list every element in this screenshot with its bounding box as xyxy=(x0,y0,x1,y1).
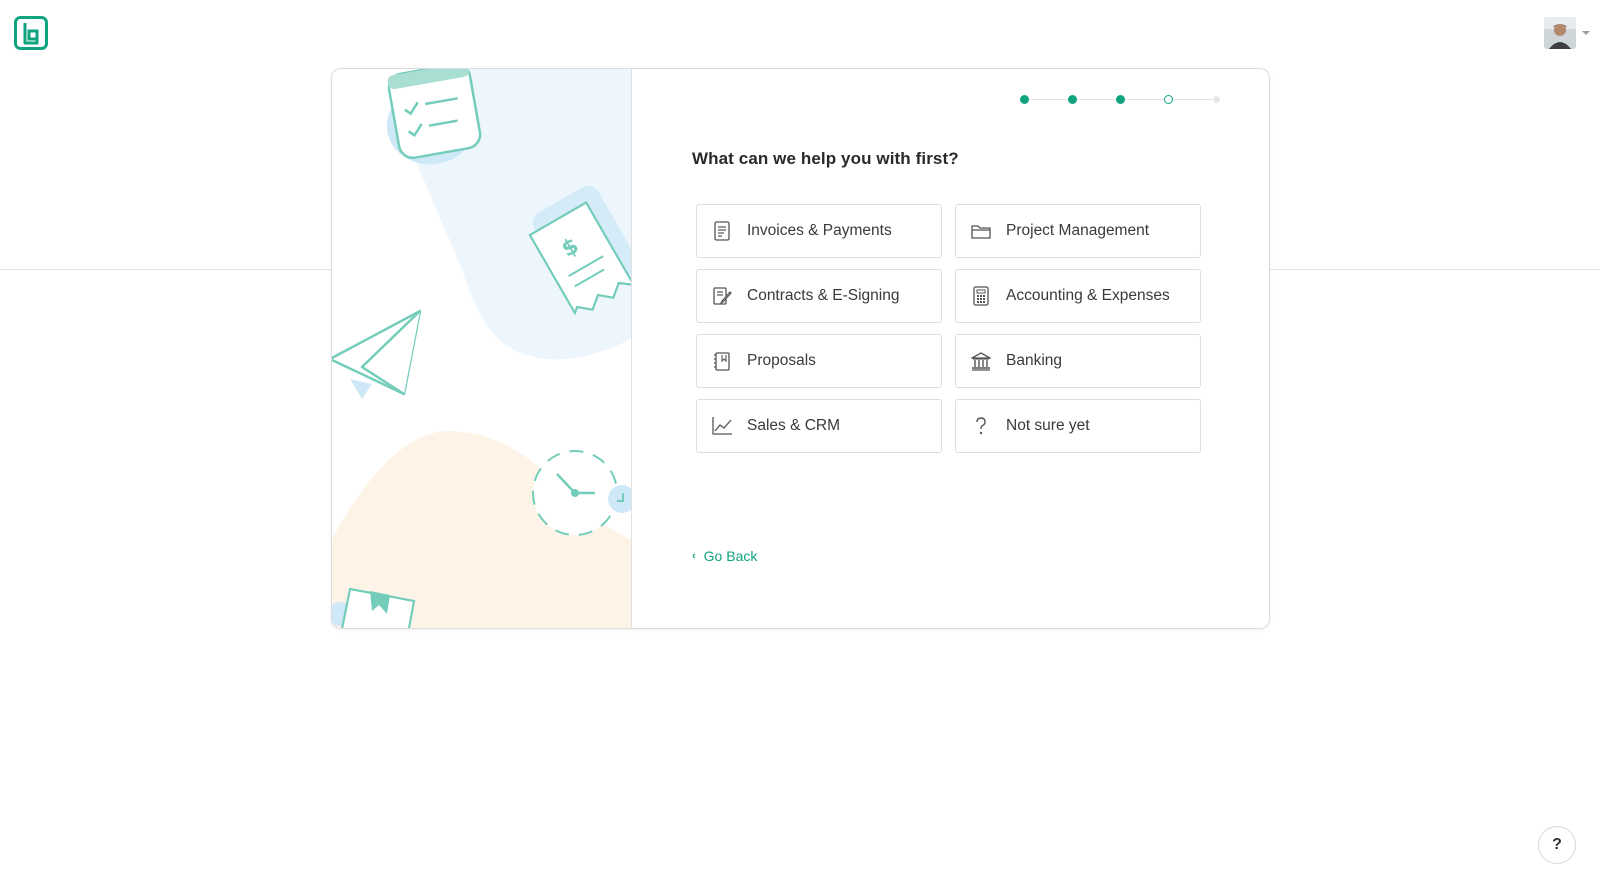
onboarding-card: $ What can we help you with first? Invoi… xyxy=(331,68,1270,629)
option-invoices-payments[interactable]: Invoices & Payments xyxy=(696,204,942,258)
progress-connector xyxy=(1029,99,1068,100)
paper-plane-illustration-icon xyxy=(332,309,422,399)
progress-stepper xyxy=(1020,95,1220,105)
chart-line-icon xyxy=(711,415,733,437)
option-proposals[interactable]: Proposals xyxy=(696,334,942,388)
option-label: Accounting & Expenses xyxy=(1006,287,1170,304)
go-back-button[interactable]: ‹ Go Back xyxy=(692,548,757,564)
option-sales-crm[interactable]: Sales & CRM xyxy=(696,399,942,453)
folder-icon xyxy=(970,220,992,242)
question-icon xyxy=(970,415,992,437)
progress-connector xyxy=(1173,99,1212,100)
contract-sign-icon xyxy=(711,285,733,307)
option-contracts-e-signing[interactable]: Contracts & E-Signing xyxy=(696,269,942,323)
option-not-sure-yet[interactable]: Not sure yet xyxy=(955,399,1201,453)
option-label: Contracts & E-Signing xyxy=(747,287,900,304)
invoice-icon xyxy=(711,220,733,242)
brand-logo-icon[interactable] xyxy=(14,16,48,50)
progress-connector xyxy=(1125,99,1164,100)
user-avatar[interactable] xyxy=(1544,17,1576,49)
onboarding-page: $ What can we help you with first? Invoi… xyxy=(0,0,1600,883)
illustration-panel: $ xyxy=(332,69,632,628)
option-accounting-expenses[interactable]: Accounting & Expenses xyxy=(955,269,1201,323)
onboarding-content: What can we help you with first? Invoice… xyxy=(632,69,1269,628)
proposal-icon xyxy=(711,350,733,372)
go-back-label: Go Back xyxy=(703,548,758,564)
progress-connector xyxy=(1077,99,1116,100)
option-project-management[interactable]: Project Management xyxy=(955,204,1201,258)
progress-step-4-current xyxy=(1164,95,1173,104)
progress-step-5-todo xyxy=(1213,96,1220,103)
progress-step-2-done xyxy=(1068,95,1077,104)
option-label: Not sure yet xyxy=(1006,417,1090,434)
option-label: Banking xyxy=(1006,352,1063,369)
progress-step-1-done xyxy=(1020,95,1029,104)
option-label: Sales & CRM xyxy=(747,417,841,434)
bank-icon xyxy=(970,350,992,372)
option-label: Invoices & Payments xyxy=(747,222,892,239)
chevron-left-icon: ‹ xyxy=(692,550,696,562)
clock-illustration-icon xyxy=(532,450,631,536)
option-label: Project Management xyxy=(1006,222,1150,239)
page-title: What can we help you with first? xyxy=(692,149,959,168)
chevron-down-icon xyxy=(1582,31,1590,35)
calculator-icon xyxy=(970,285,992,307)
help-button[interactable]: ? xyxy=(1538,826,1576,864)
option-label: Proposals xyxy=(747,352,816,369)
option-banking[interactable]: Banking xyxy=(955,334,1201,388)
progress-step-3-done xyxy=(1116,95,1125,104)
user-menu[interactable] xyxy=(1544,16,1594,50)
